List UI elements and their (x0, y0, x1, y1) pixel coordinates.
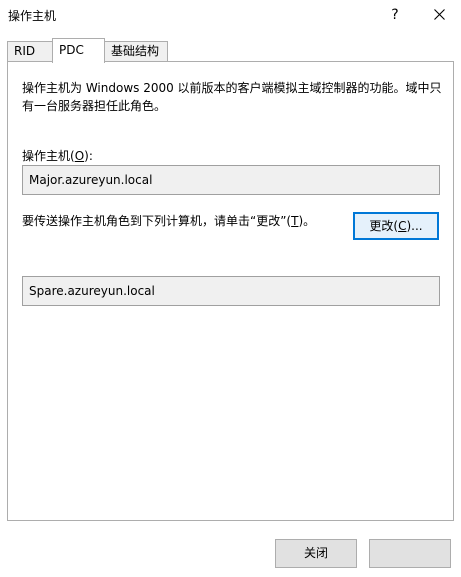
title-bar: 操作主机 ? (0, 0, 461, 30)
target-computer-field[interactable]: Spare.azureyun.local (22, 276, 440, 306)
transfer-instruction: 要传送操作主机角色到下列计算机，请单击“更改”(T)。 (22, 212, 342, 229)
operations-master-label-text: 操作主机( (22, 149, 75, 163)
change-button-text: 更改( (369, 219, 399, 233)
change-button[interactable]: 更改(C)... (353, 212, 439, 240)
window-title: 操作主机 (8, 9, 57, 23)
transfer-instruction-text: 要传送操作主机角色到下列计算机，请单击“更改”( (22, 214, 292, 228)
tab-pdc[interactable]: PDC (52, 38, 105, 63)
change-button-suffix: )... (406, 219, 423, 233)
window-close-button[interactable] (426, 4, 452, 26)
role-description-line1: 操作主机为 Windows 2000 以前版本的客户端模拟主域控制器的功能。域中… (22, 81, 442, 95)
transfer-instruction-suffix: )。 (298, 214, 316, 228)
current-operations-master-field[interactable]: Major.azureyun.local (22, 165, 440, 195)
close-icon (433, 9, 445, 20)
role-description-line2: 有一台服务器担任此角色。 (22, 99, 167, 113)
cancel-button[interactable] (369, 539, 451, 568)
tab-panel-pdc: 操作主机为 Windows 2000 以前版本的客户端模拟主域控制器的功能。域中… (7, 61, 454, 521)
operations-master-label-accesskey: O (74, 149, 85, 163)
close-button[interactable]: 关闭 (275, 539, 357, 568)
operations-master-label: 操作主机(O): (22, 147, 93, 164)
tab-infrastructure[interactable]: 基础结构 (104, 41, 168, 62)
role-description: 操作主机为 Windows 2000 以前版本的客户端模拟主域控制器的功能。域中… (22, 79, 442, 115)
operations-master-label-suffix: ): (84, 149, 93, 163)
help-button[interactable]: ? (382, 4, 408, 26)
tab-rid[interactable]: RID (7, 41, 53, 62)
